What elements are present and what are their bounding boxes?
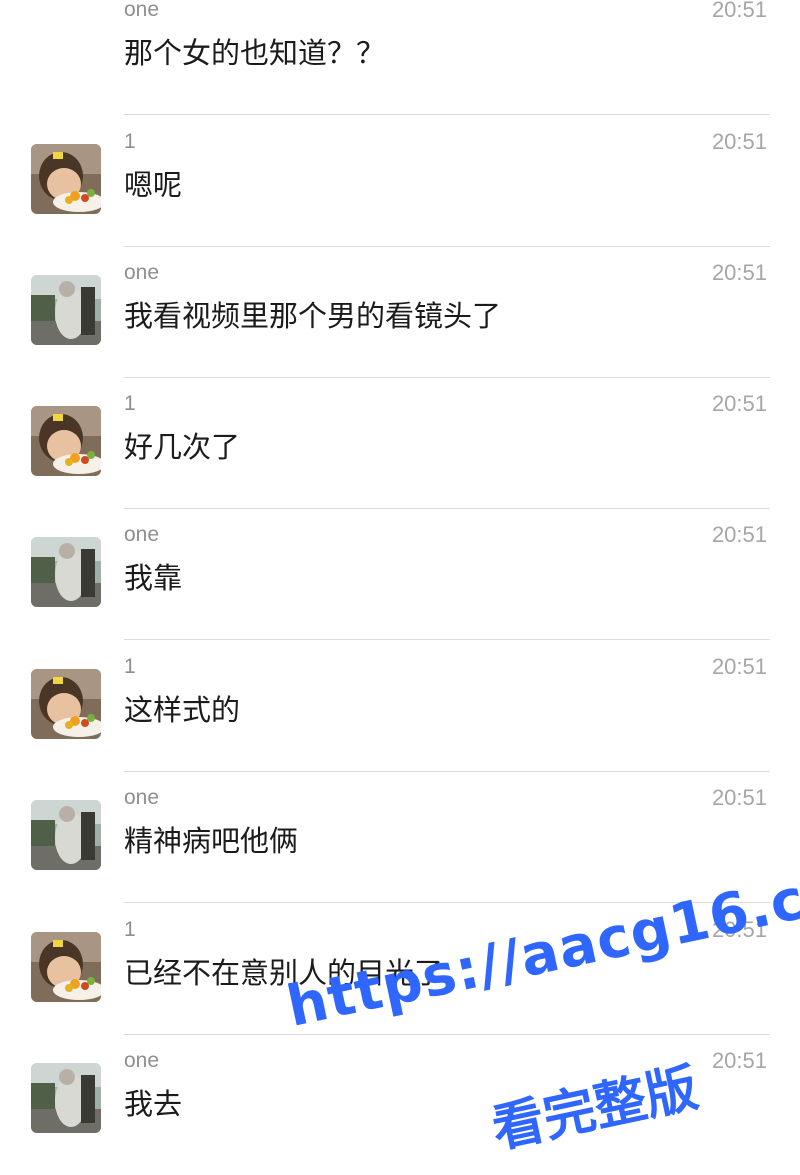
avatar[interactable] [31,406,101,476]
avatar[interactable] [31,537,101,607]
sender-name: 1 [124,130,136,153]
message-text: 嗯呢 [124,168,183,202]
message-item[interactable]: 1 20:51 已经不在意别人的目光了 [0,904,800,1035]
sender-name: 1 [124,918,136,941]
girl-avatar-icon [31,144,101,214]
sender-name: one [124,0,160,21]
sender-name: one [124,1049,160,1072]
outdoor-avatar-icon [31,1063,101,1133]
message-text: 好几次了 [124,430,241,464]
message-item[interactable]: one 20:51 那个女的也知道？？ [0,0,800,115]
sender-name: 1 [124,655,136,678]
message-time: 20:51 [711,785,767,810]
avatar[interactable] [31,144,101,214]
message-item[interactable]: one 20:51 我去 [0,1035,800,1166]
message-item[interactable]: 1 20:51 好几次了 [0,378,800,509]
message-divider [124,639,770,640]
outdoor-avatar-icon [31,275,101,345]
message-item[interactable]: 1 20:51 嗯呢 [0,116,800,247]
girl-avatar-icon [31,932,101,1002]
chat-message-list: one 20:51 那个女的也知道？？ 1 20:51 嗯呢 one 20:51… [0,0,800,1175]
message-item[interactable]: 1 20:51 这样式的 [0,641,800,772]
avatar[interactable] [31,669,101,739]
message-text: 我看视频里那个男的看镜头了 [124,299,502,333]
message-time: 20:51 [711,0,767,22]
message-text: 我靠 [124,561,183,595]
avatar[interactable] [31,275,101,345]
avatar[interactable] [31,1063,101,1133]
message-text: 那个女的也知道？？ [124,36,386,70]
avatar[interactable] [31,800,101,870]
message-time: 20:51 [711,522,767,547]
message-time: 20:51 [711,260,767,285]
message-text: 我去 [124,1087,183,1121]
message-time: 20:51 [711,917,767,942]
sender-name: one [124,261,160,284]
message-divider [124,114,770,115]
message-time: 20:51 [711,129,767,154]
message-item[interactable]: one 20:51 我看视频里那个男的看镜头了 [0,247,800,378]
avatar[interactable] [31,932,101,1002]
message-text: 精神病吧他俩 [124,824,299,858]
message-item[interactable]: one 20:51 精神病吧他俩 [0,772,800,903]
sender-name: 1 [124,392,136,415]
message-time: 20:51 [711,654,767,679]
message-time: 20:51 [711,391,767,416]
message-text: 这样式的 [124,693,241,727]
girl-avatar-icon [31,406,101,476]
message-text: 已经不在意别人的目光了 [124,956,444,990]
message-item[interactable]: one 20:51 我靠 [0,509,800,640]
outdoor-avatar-icon [31,800,101,870]
sender-name: one [124,523,160,546]
sender-name: one [124,786,160,809]
message-divider [124,902,770,903]
message-time: 20:51 [711,1048,767,1073]
outdoor-avatar-icon [31,537,101,607]
girl-avatar-icon [31,669,101,739]
